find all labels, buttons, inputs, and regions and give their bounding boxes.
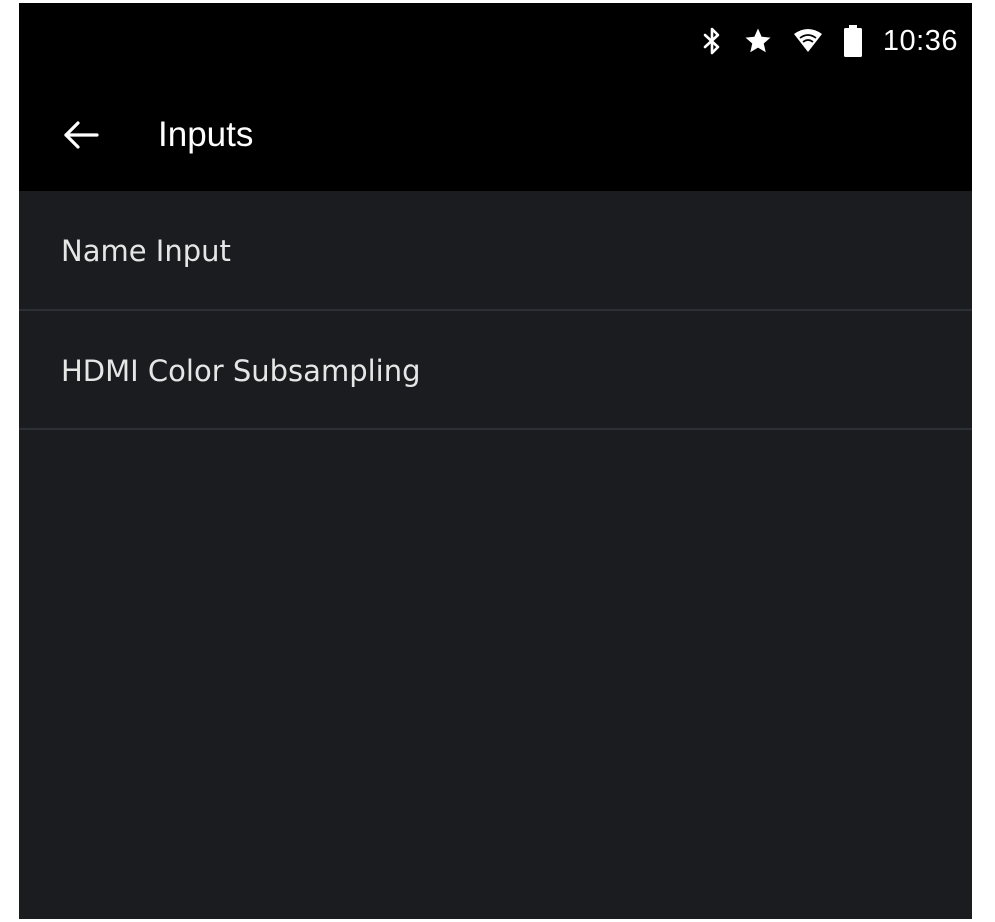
phone-screen: 10:36 Inputs Name Input HDMI Color Subsa…	[19, 3, 972, 919]
menu-item-name-input[interactable]: Name Input	[19, 191, 972, 311]
battery-icon	[843, 25, 863, 57]
menu-item-label: Name Input	[61, 234, 231, 268]
wifi-icon	[793, 28, 823, 54]
status-bar: 10:36	[19, 3, 972, 83]
menu-list: Name Input HDMI Color Subsampling	[19, 191, 972, 430]
status-icons: 10:36	[701, 21, 958, 61]
star-icon	[743, 26, 773, 56]
status-time: 10:36	[882, 24, 958, 57]
page-title: Inputs	[158, 115, 254, 154]
back-button[interactable]	[53, 109, 109, 165]
bluetooth-icon	[701, 26, 723, 56]
menu-item-hdmi-color-subsampling[interactable]: HDMI Color Subsampling	[19, 311, 972, 430]
menu-item-label: HDMI Color Subsampling	[61, 354, 421, 388]
app-bar: Inputs	[19, 83, 972, 191]
arrow-left-icon	[63, 119, 99, 155]
